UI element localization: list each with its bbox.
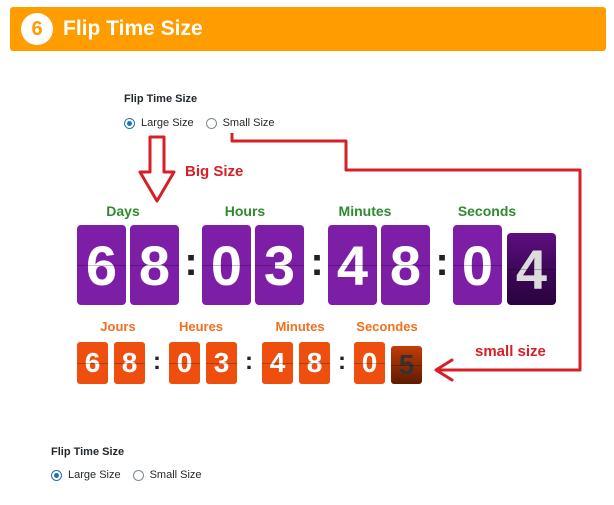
big-digit-seconds-tens: 0: [453, 225, 502, 305]
small-digit-heures-ones: 3: [206, 342, 237, 384]
big-digit-days-tens: 6: [77, 225, 126, 305]
setting-label-bottom: Flip Time Size: [51, 446, 125, 458]
big-digit-hours-ones: 3: [255, 225, 304, 305]
big-separator: :: [184, 240, 198, 284]
small-separator: :: [245, 348, 253, 375]
big-label-days: Days: [106, 203, 140, 219]
small-label-minutes: Minutes: [275, 319, 325, 334]
small-digit-minutes-tens: 4: [262, 342, 293, 384]
small-label-secondes: Secondes: [356, 319, 418, 334]
big-label-seconds: Seconds: [457, 203, 517, 219]
big-digit-minutes-tens: 4: [328, 225, 377, 305]
small-digit-jours-tens: 6: [77, 342, 108, 384]
radio-small-size-label-bottom[interactable]: Small Size: [150, 469, 202, 481]
small-digit-heures-tens: 0: [169, 342, 200, 384]
small-label-heures: Heures: [178, 319, 224, 334]
small-separator: :: [338, 348, 346, 375]
big-digit-seconds-ones: 4: [507, 233, 556, 305]
big-separator: :: [435, 240, 449, 284]
big-separator: :: [310, 240, 324, 284]
big-size-arrow-icon: [138, 135, 176, 203]
small-digit-jours-ones: 8: [114, 342, 145, 384]
big-label-minutes: Minutes: [338, 203, 392, 219]
small-separator: :: [153, 348, 161, 375]
radio-large-size-bottom[interactable]: [51, 469, 62, 481]
radio-small-size-bottom[interactable]: [132, 469, 144, 481]
big-digit-hours-tens: 0: [202, 225, 251, 305]
big-label-hours: Hours: [224, 203, 266, 219]
annotation-big-size: Big Size: [185, 163, 244, 180]
big-digit-days-ones: 8: [130, 225, 179, 305]
radio-large-size-label-bottom[interactable]: Large Size: [68, 469, 121, 481]
small-label-jours: Jours: [100, 319, 136, 334]
small-digit-minutes-ones: 8: [299, 342, 330, 384]
big-digit-minutes-ones: 8: [381, 225, 430, 305]
annotation-small-size: small size: [475, 343, 546, 360]
small-digit-secondes-tens: 0: [354, 342, 385, 384]
size-radio-group-bottom: Large Size Small Size: [51, 469, 214, 481]
small-digit-secondes-ones: 5: [391, 346, 422, 384]
